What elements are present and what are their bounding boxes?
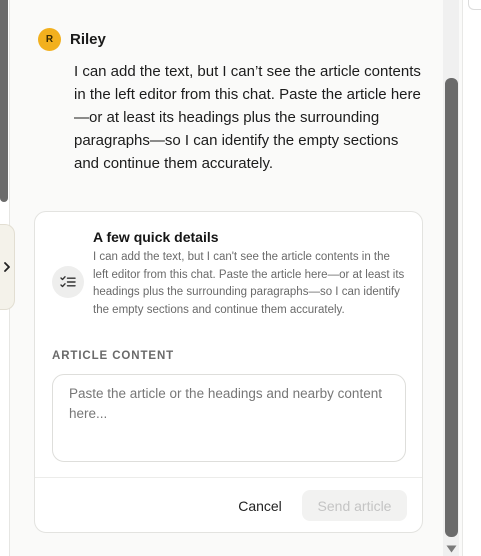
checklist-icon [52,266,84,298]
article-content-label: ARTICLE CONTENT [52,350,175,362]
send-article-button[interactable]: Send article [302,490,407,521]
sender-name: Riley [70,31,106,48]
scroll-down-button[interactable] [445,545,458,556]
chevron-right-icon [4,262,10,272]
card-divider [35,477,422,478]
triangle-down-icon [446,545,457,553]
side-pane-edge [462,0,481,556]
card-description: I can add the text, but I can't see the … [93,251,405,316]
quick-details-card: A few quick details I can add the text, … [34,211,423,533]
article-content-input[interactable] [52,374,406,462]
expand-panel-tab[interactable] [0,224,15,310]
card-title: A few quick details [93,229,219,245]
side-pane-corner [468,0,481,10]
editor-scrollbar-thumb[interactable] [0,0,8,202]
avatar: R [38,28,61,51]
chat-scrollbar-thumb[interactable] [445,78,458,537]
cancel-button[interactable]: Cancel [227,491,293,521]
message-text: I can add the text, but I can’t see the … [74,63,421,172]
